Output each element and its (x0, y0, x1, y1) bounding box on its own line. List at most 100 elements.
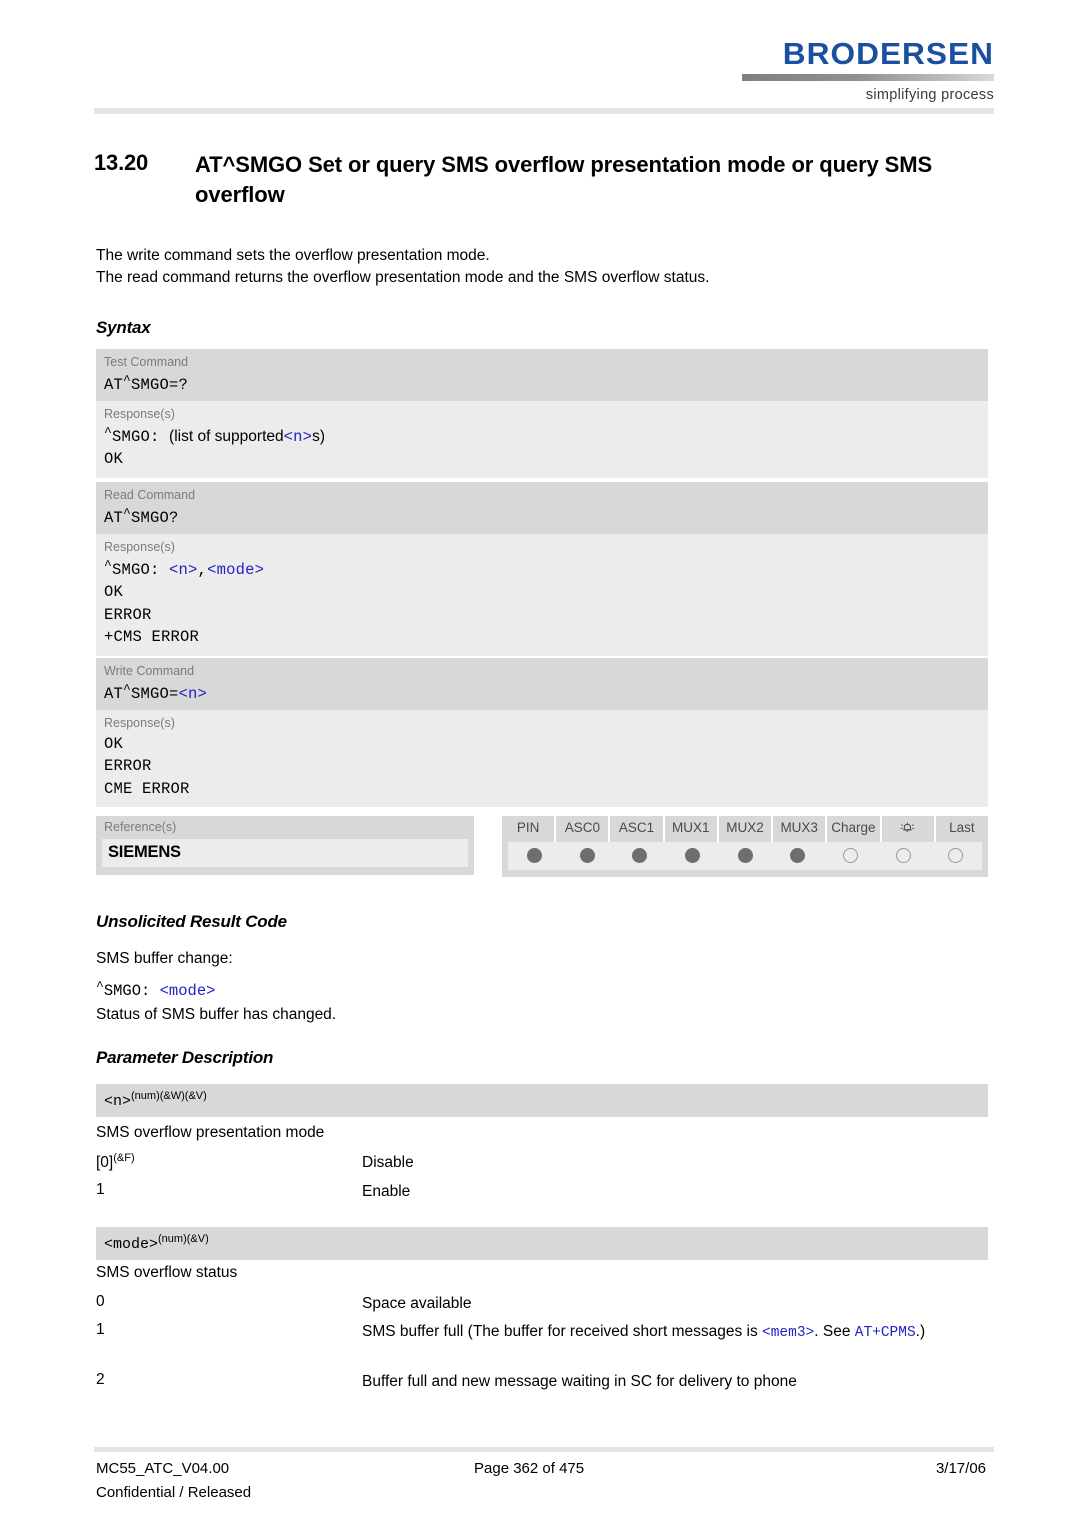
references-box: Reference(s) SIEMENS (96, 816, 474, 875)
test-response-band: Response(s) ^SMGO: (list of supported<n>… (96, 401, 988, 478)
read-response-label: Response(s) (104, 540, 175, 555)
footer-top-row: MC55_ATC_V04.00 Page 362 of 475 3/17/06 (96, 1460, 986, 1481)
read-response-line-1: ^SMGO: <n>,<mode> (104, 557, 265, 579)
param-n-superscript: (num)(&W)(&V) (131, 1090, 207, 1102)
test-command-label: Test Command (104, 355, 189, 369)
status-dot-asc0-cell (561, 848, 614, 863)
status-col-mux2: MUX2 (719, 816, 774, 842)
test-command-band: Test Command AT^SMGO=? (96, 349, 988, 402)
read-command-label: Read Command (104, 488, 196, 502)
page-header: BRODERSEN simplifying process (0, 0, 1080, 118)
intro-paragraph: The write command sets the overflow pres… (96, 245, 986, 289)
caret-glyph: ^ (123, 372, 132, 388)
status-header-row: PIN ASC0 ASC1 MUX1 MUX2 MUX3 Charge Last (502, 816, 988, 842)
status-col-asc0: ASC0 (556, 816, 611, 842)
brodersen-logo: BRODERSEN simplifying process (742, 38, 994, 103)
param-mode-key-0: 0 (96, 1293, 105, 1310)
read-command-syntax: AT^SMGO? (104, 505, 179, 527)
param-n-key-0: [0](&F) (96, 1152, 135, 1171)
status-dot-mux2 (737, 848, 753, 863)
test-response-line-2: OK (104, 450, 124, 469)
logo-wordmark: BRODERSEN (782, 36, 994, 71)
param-mode-row-1: 1 SMS buffer full (The buffer for receiv… (96, 1321, 988, 1343)
intro-line-2: The read command returns the overflow pr… (96, 269, 710, 286)
param-n-header: <n>(num)(&W)(&V) (96, 1084, 988, 1117)
references-value-wrap: SIEMENS (102, 839, 468, 867)
logo-gradient-bar (742, 74, 994, 81)
status-dot-mux2-cell (719, 848, 772, 863)
status-dot-pin-cell (508, 848, 561, 863)
footer-page: Page 362 of 475 (474, 1460, 585, 1477)
status-dot-asc1-cell (613, 848, 666, 863)
param-n-row-0: [0](&F) Disable (96, 1152, 988, 1173)
bell-icon (899, 820, 916, 838)
footer-classification: Confidential / Released (96, 1484, 252, 1501)
param-mode-desc-2: Buffer full and new message waiting in S… (362, 1373, 797, 1390)
read-command-block: Read Command AT^SMGO? Response(s) ^SMGO:… (96, 482, 988, 656)
caret-glyph: ^ (123, 681, 132, 697)
status-col-mux1: MUX1 (665, 816, 719, 842)
status-dot-mux1 (684, 848, 700, 863)
page-title: 13.20 AT^SMGO Set or query SMS overflow … (94, 150, 994, 210)
status-col-asc1: ASC1 (610, 816, 665, 842)
status-dot-charge (842, 848, 858, 863)
references-value: SIEMENS (108, 843, 181, 861)
document-page: BRODERSEN simplifying process 13.20 AT^S… (0, 0, 1080, 1528)
param-n-title: SMS overflow presentation mode (96, 1124, 325, 1141)
write-command-band: Write Command AT^SMGO=<n> (96, 658, 988, 711)
param-mode-desc-0: Space available (362, 1295, 472, 1312)
write-command-label: Write Command (104, 664, 195, 678)
status-dot-alarm-cell (877, 848, 930, 863)
header-divider (94, 108, 994, 114)
read-command-band: Read Command AT^SMGO? (96, 482, 988, 535)
syntax-heading: Syntax (96, 318, 151, 337)
param-mode-superscript: (num)(&V) (158, 1233, 209, 1245)
footer-document: MC55_ATC_V04.00 (96, 1460, 230, 1477)
param-mode-key-2: 2 (96, 1371, 105, 1388)
urc-intro-text: SMS buffer change: (96, 950, 233, 967)
status-dot-mux3 (790, 848, 806, 863)
intro-line-1: The write command sets the overflow pres… (96, 247, 490, 264)
status-dot-asc1 (632, 848, 648, 863)
read-response-line-2: OK (104, 583, 124, 602)
parameter-description-heading: Parameter Description (96, 1048, 274, 1067)
param-mode-row-0: 0 Space available (96, 1293, 988, 1314)
test-response-line-1: ^SMGO: (list of supported<n>s) (104, 424, 326, 446)
section-title: AT^SMGO Set or query SMS overflow presen… (195, 152, 933, 208)
write-command-block: Write Command AT^SMGO=<n> Response(s) OK… (96, 658, 988, 808)
param-mode-title: SMS overflow status (96, 1264, 238, 1281)
urc-code-line: ^SMGO: <mode> (96, 979, 216, 1000)
urc-heading: Unsolicited Result Code (96, 912, 287, 931)
test-command-syntax: AT^SMGO=? (104, 372, 189, 394)
param-mode-row-2: 2 Buffer full and new message waiting in… (96, 1371, 988, 1392)
param-n-desc-0: Disable (362, 1154, 414, 1171)
read-response-line-4: +CMS ERROR (104, 628, 200, 647)
write-response-band: Response(s) OK ERROR CME ERROR (96, 710, 988, 808)
status-col-charge: Charge (827, 816, 882, 842)
param-n-desc-1: Enable (362, 1183, 411, 1200)
status-dot-mux1-cell (666, 848, 719, 863)
param-n-row-1: 1 Enable (96, 1181, 988, 1202)
status-col-alarm (882, 816, 936, 842)
status-dot-last (948, 848, 964, 863)
write-response-label: Response(s) (104, 716, 175, 731)
read-response-line-3: ERROR (104, 605, 152, 624)
write-response-line-1: OK (104, 734, 124, 753)
param-n-key-1: 1 (96, 1181, 105, 1198)
write-command-syntax: AT^SMGO=<n> (104, 681, 208, 703)
urc-description: Status of SMS buffer has changed. (96, 1006, 337, 1023)
param-mode-desc-1: SMS buffer full (The buffer for received… (362, 1323, 926, 1341)
references-label: Reference(s) (104, 820, 177, 834)
status-dot-pin (526, 848, 542, 863)
caret-glyph: ^ (123, 505, 132, 521)
status-col-mux3: MUX3 (773, 816, 828, 842)
param-mode-key-1: 1 (96, 1321, 105, 1338)
footer-divider (94, 1447, 994, 1452)
command-availability-table: PIN ASC0 ASC1 MUX1 MUX2 MUX3 Charge Last (502, 816, 988, 877)
section-number: 13.20 (94, 150, 149, 175)
page-footer: MC55_ATC_V04.00 Page 362 of 475 3/17/06 … (96, 1460, 986, 1501)
param-mode-header: <mode>(num)(&V) (96, 1227, 988, 1260)
write-response-line-3: CME ERROR (104, 779, 190, 798)
write-response-line-2: ERROR (104, 757, 152, 776)
test-command-block: Test Command AT^SMGO=? Response(s) ^SMGO… (96, 349, 988, 478)
